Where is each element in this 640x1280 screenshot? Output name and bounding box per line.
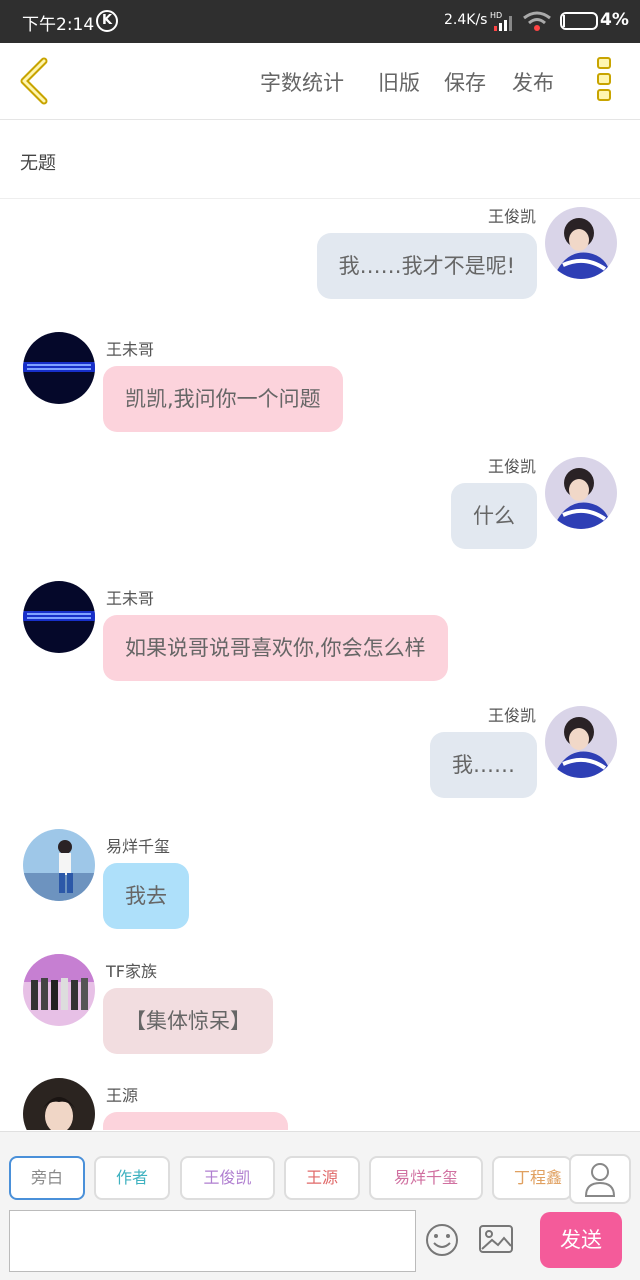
role-chip-ding-chengxin[interactable]: 丁程鑫 (492, 1156, 572, 1200)
message-bubble[interactable] (103, 1112, 288, 1130)
message-bubble[interactable]: 凯凯,我问你一个问题 (103, 366, 343, 432)
tf-family-avatar[interactable] (23, 954, 95, 1026)
wang-yuan-avatar[interactable] (23, 1078, 95, 1130)
message-bubble[interactable]: 我……我才不是呢! (316, 233, 537, 299)
network-type-label: HD (490, 11, 502, 20)
sender-name: 王源 (106, 1086, 139, 1105)
old-version-button[interactable]: 旧版 (378, 67, 420, 97)
document-title[interactable]: 无题 (20, 149, 56, 175)
role-chip-wang-yuan[interactable]: 王源 (284, 1156, 360, 1200)
publish-button[interactable]: 发布 (512, 67, 554, 97)
more-menu-icon[interactable] (594, 57, 614, 107)
battery-icon (560, 12, 598, 30)
word-count-button[interactable]: 字数统计 (260, 67, 344, 97)
person-icon (584, 1163, 616, 1197)
neon-text-avatar[interactable] (23, 581, 95, 653)
cellular-signal-icon: HD (490, 11, 512, 31)
battery-percent: 4% (600, 10, 629, 30)
editor-top-bar: 字数统计 旧版 保存 发布 (0, 43, 640, 120)
sender-name: 易烊千玺 (106, 837, 171, 856)
message-bubble[interactable]: 我…… (430, 732, 537, 798)
sender-name: 王俊凯 (487, 457, 536, 476)
message-bubble[interactable]: 我去 (103, 863, 189, 929)
save-button[interactable]: 保存 (444, 67, 486, 97)
chat-area[interactable]: 王俊凯 我……我才不是呢! 王未哥 凯凯,我问你一个问题 王俊凯 什么 王未哥 … (0, 199, 640, 1130)
sender-name: TF家族 (106, 962, 157, 981)
message-input[interactable] (9, 1210, 416, 1272)
add-role-button[interactable] (569, 1154, 631, 1204)
document-title-bar: 无题 (0, 121, 640, 199)
emoji-icon[interactable] (424, 1222, 460, 1258)
message-bubble[interactable]: 如果说哥说哥喜欢你,你会怎么样 (103, 615, 448, 681)
compose-toolbar: 旁白 作者 王俊凯 王源 易烊千玺 丁程鑫 发送 (0, 1131, 640, 1280)
role-chip-wang-junkai[interactable]: 王俊凯 (180, 1156, 275, 1200)
status-time: 下午2:14 (22, 15, 95, 35)
sender-name: 王未哥 (106, 340, 155, 359)
image-icon[interactable] (478, 1224, 514, 1254)
role-chip-narrator[interactable]: 旁白 (9, 1156, 85, 1200)
yi-yangqianxi-avatar[interactable] (23, 829, 95, 901)
wang-junkai-avatar[interactable] (545, 207, 617, 279)
status-bar: 下午2:14 K 2.4K/s HD 4% (0, 0, 640, 43)
role-chip-author[interactable]: 作者 (94, 1156, 170, 1200)
k-app-icon: K (96, 10, 118, 32)
neon-text-avatar[interactable] (23, 332, 95, 404)
sender-name: 王未哥 (106, 589, 155, 608)
wang-junkai-avatar[interactable] (545, 706, 617, 778)
sender-name: 王俊凯 (487, 706, 536, 725)
wang-junkai-avatar[interactable] (545, 457, 617, 529)
role-chip-yi-yangqianxi[interactable]: 易烊千玺 (369, 1156, 483, 1200)
network-speed: 2.4K/s (444, 12, 488, 28)
send-button[interactable]: 发送 (540, 1212, 622, 1268)
message-bubble[interactable]: 什么 (451, 483, 537, 549)
back-arrow-icon[interactable] (14, 57, 54, 105)
message-bubble[interactable]: 【集体惊呆】 (103, 988, 273, 1054)
sender-name: 王俊凯 (487, 207, 536, 226)
wifi-icon (523, 11, 551, 31)
